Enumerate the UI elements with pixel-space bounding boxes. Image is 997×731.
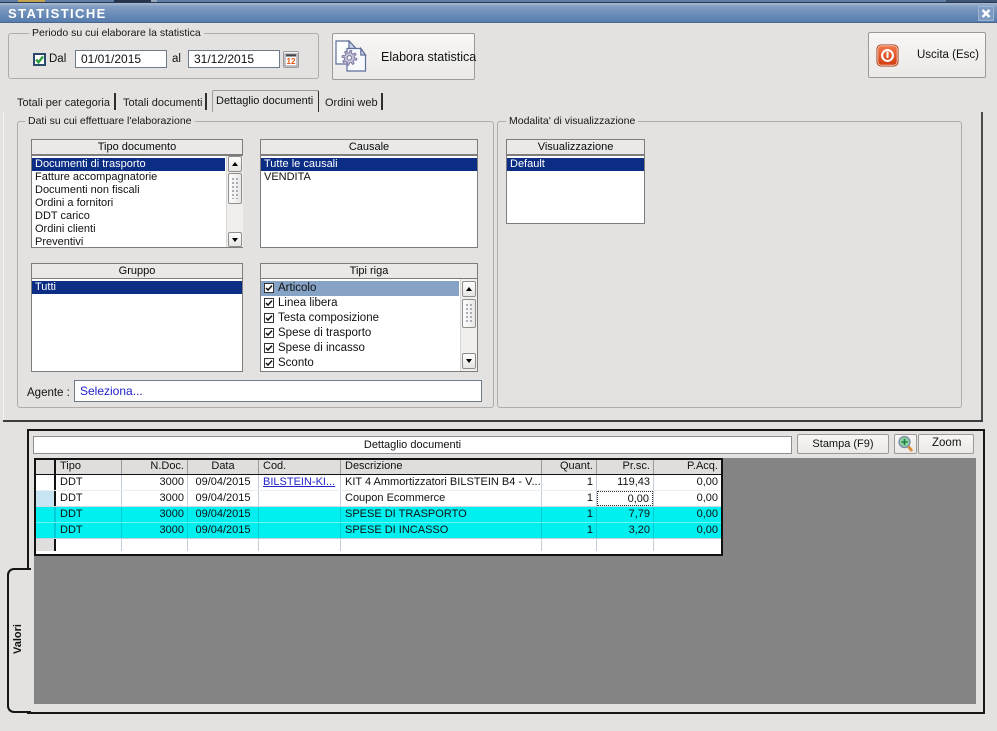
svg-text:12: 12 — [287, 57, 296, 66]
